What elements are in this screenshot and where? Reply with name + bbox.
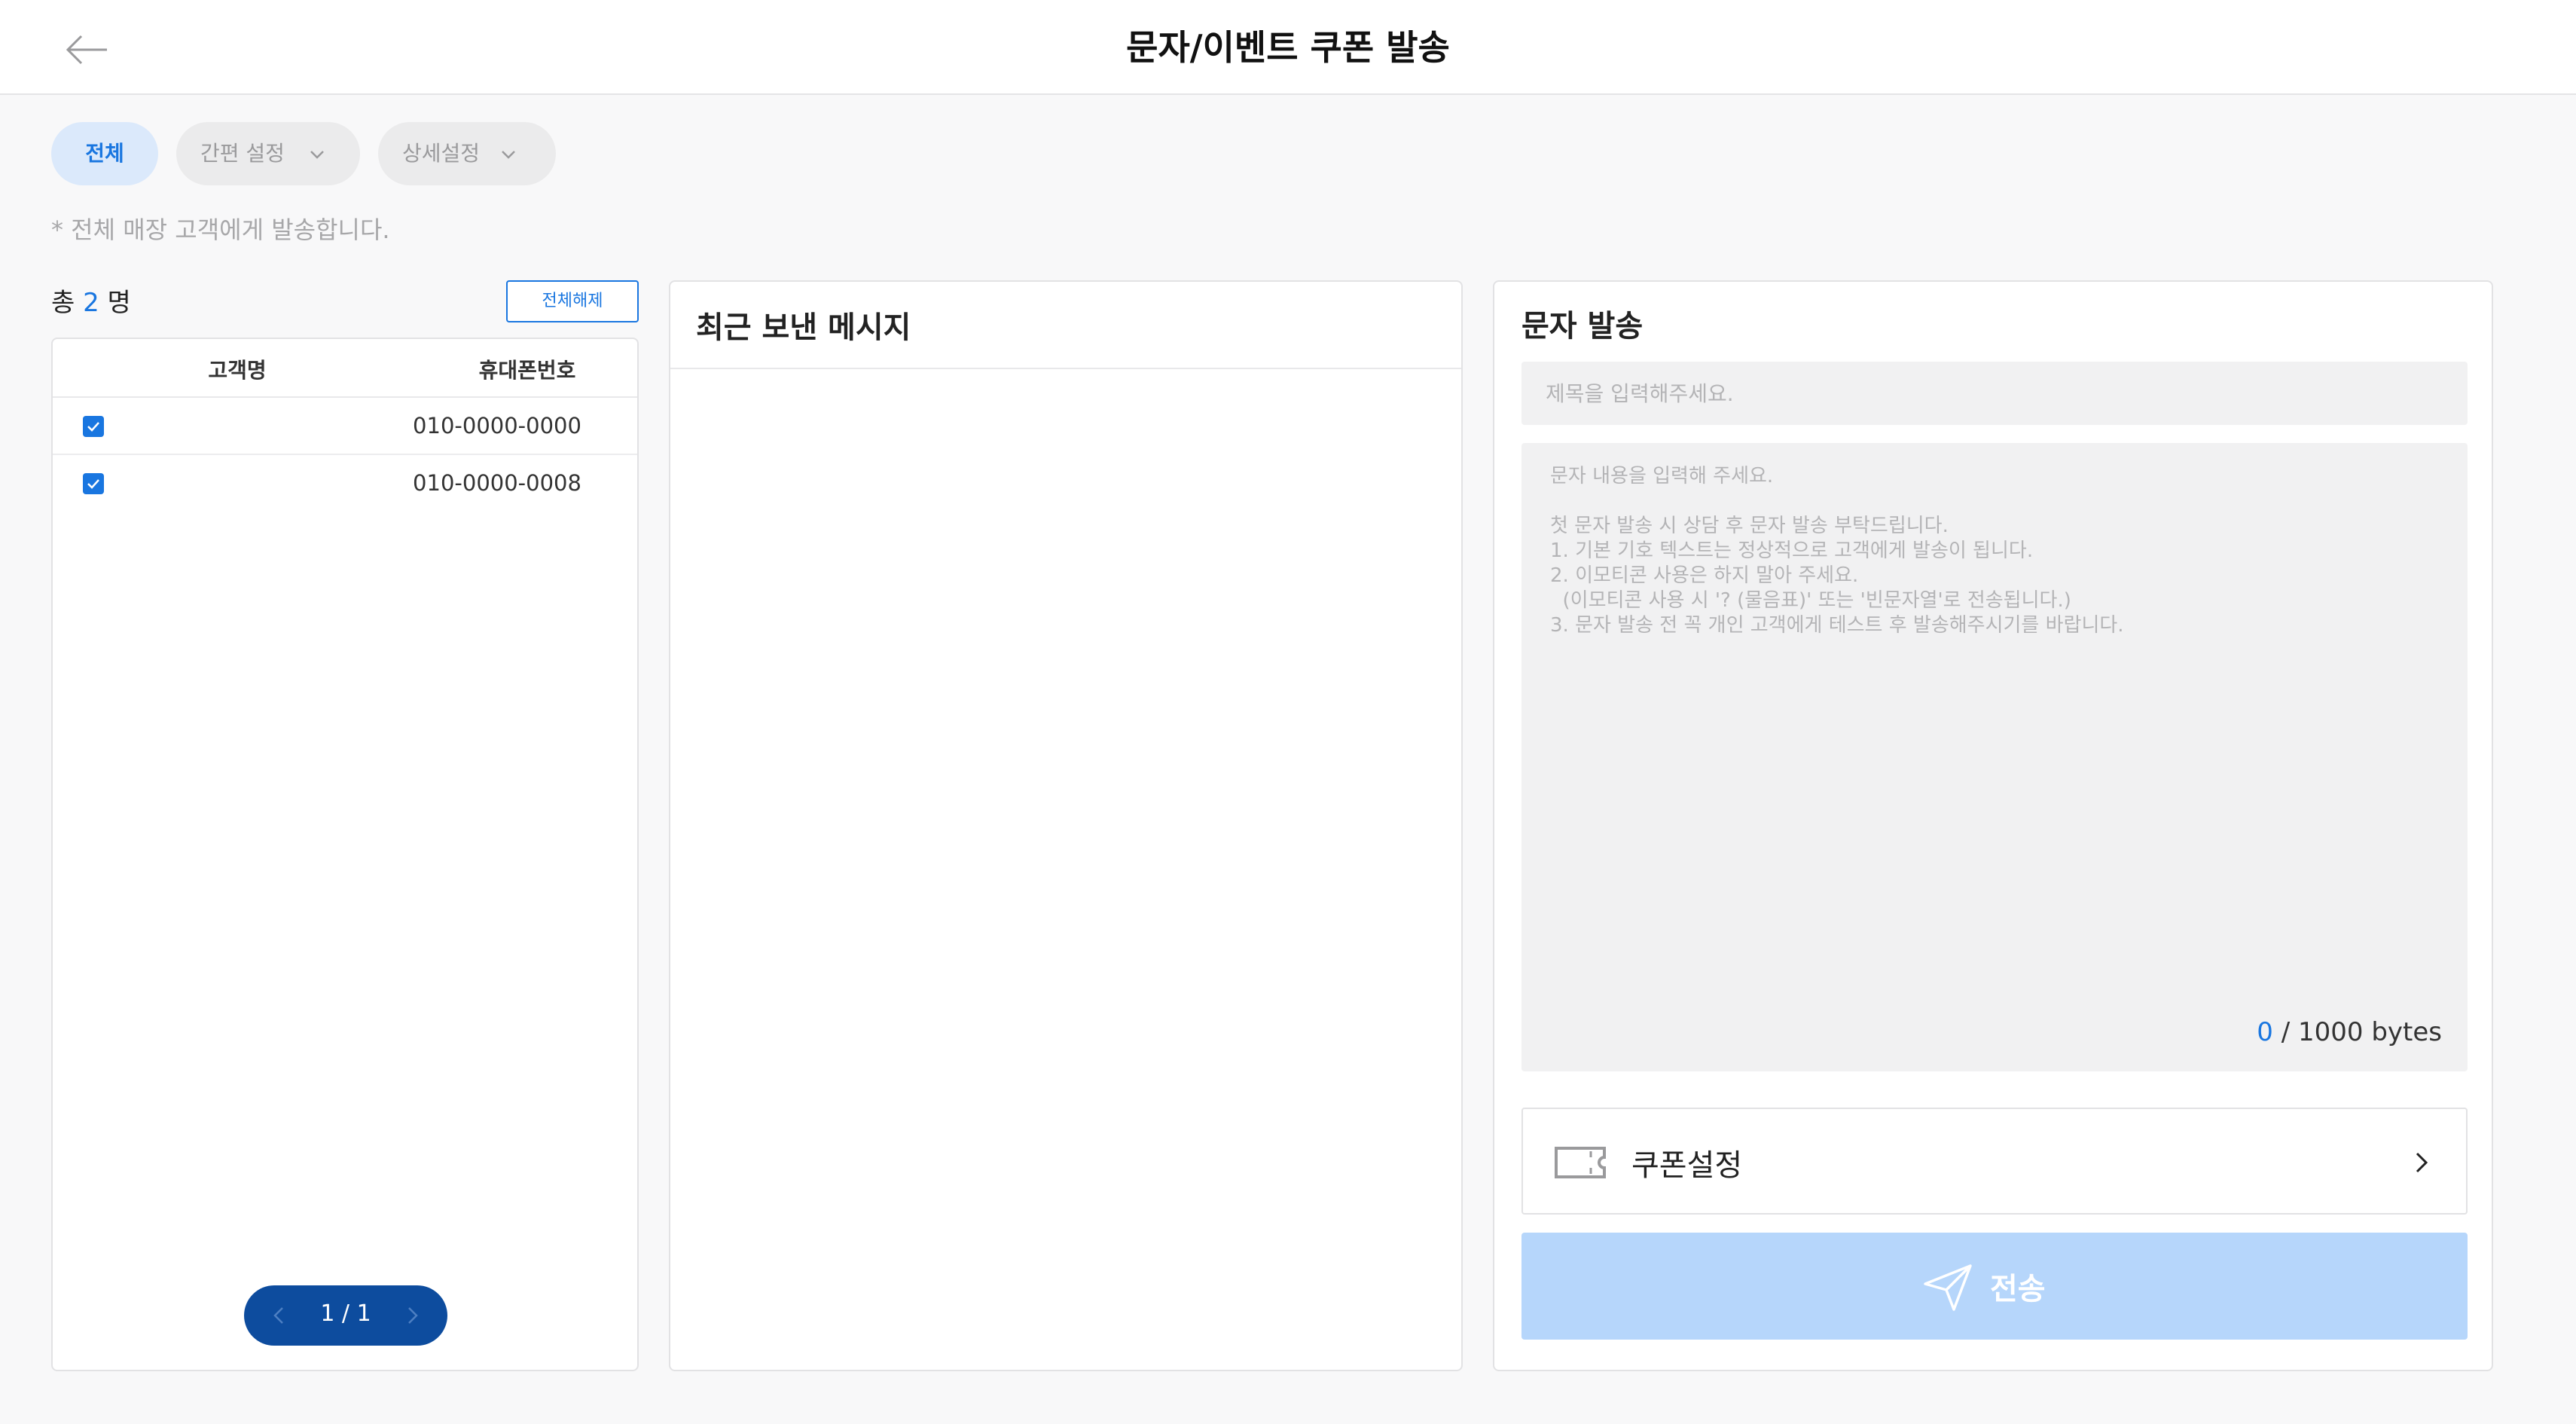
byte-limit: / 1000 bytes [2281, 1017, 2442, 1047]
divider [670, 368, 1461, 369]
tab-detail-settings[interactable]: 상세설정 [378, 122, 556, 185]
column-customer-name: 고객명 [208, 358, 267, 383]
row-phone: 010-0000-0000 [413, 413, 581, 439]
tab-quick-settings-label: 간편 설정 [200, 141, 285, 166]
table-row[interactable]: 010-0000-0000 [53, 398, 637, 455]
chevron-right-icon [2416, 1152, 2428, 1173]
header-bar: 문자/이벤트 쿠폰 발송 [0, 0, 2576, 95]
checkmark-icon [87, 479, 99, 489]
coupon-settings-button[interactable]: 쿠폰설정 [1521, 1108, 2468, 1215]
total-prefix: 총 [51, 288, 75, 318]
pagination: 1 / 1 [244, 1285, 447, 1346]
recent-messages-panel: 최근 보낸 메시지 [669, 280, 1463, 1371]
clear-all-button[interactable]: 전체해제 [506, 280, 639, 322]
recipient-total: 총 2 명 [51, 282, 131, 319]
sms-title: 문자 발송 [1521, 309, 1644, 344]
recent-messages-title: 최근 보낸 메시지 [696, 310, 911, 345]
column-phone-number: 휴대폰번호 [478, 358, 576, 383]
paper-plane-icon [1924, 1264, 1972, 1311]
total-suffix: 명 [107, 288, 131, 318]
tab-all[interactable]: 전체 [51, 122, 158, 185]
byte-counter: 0 / 1000 bytes [2257, 1017, 2442, 1047]
ticket-icon [1555, 1147, 1606, 1178]
byte-count: 0 [2257, 1017, 2273, 1047]
coupon-settings-label: 쿠폰설정 [1631, 1148, 1743, 1183]
send-scope-notice: * 전체 매장 고객에게 발송합니다. [51, 215, 390, 244]
send-button[interactable]: 전송 [1521, 1233, 2468, 1340]
table-header: 고객명 휴대폰번호 [53, 339, 637, 398]
row-checkbox[interactable] [83, 473, 104, 494]
row-phone: 010-0000-0008 [413, 470, 581, 496]
total-count: 2 [83, 288, 99, 318]
sms-compose-panel: 문자 발송 0 / 1000 bytes 쿠폰설정 전송 [1493, 280, 2493, 1371]
message-body-input[interactable] [1550, 464, 2439, 992]
chevron-down-icon [310, 151, 324, 159]
recipient-list: 고객명 휴대폰번호 010-0000-0000 010-0000-0008 1 … [51, 338, 639, 1371]
message-body-box: 0 / 1000 bytes [1521, 443, 2468, 1071]
row-checkbox[interactable] [83, 416, 104, 437]
subject-input[interactable] [1521, 362, 2468, 425]
chevron-right-icon[interactable] [401, 1303, 425, 1328]
chevron-left-icon[interactable] [267, 1303, 291, 1328]
page-title: 문자/이벤트 쿠폰 발송 [1126, 27, 1450, 68]
send-button-label: 전송 [1990, 1273, 2046, 1306]
tab-quick-settings[interactable]: 간편 설정 [176, 122, 360, 185]
pagination-label: 1 / 1 [320, 1300, 371, 1327]
table-row[interactable]: 010-0000-0008 [53, 455, 637, 512]
tab-detail-settings-label: 상세설정 [402, 141, 481, 166]
tab-all-label: 전체 [85, 141, 124, 166]
chevron-down-icon [502, 151, 515, 159]
checkmark-icon [87, 422, 99, 432]
